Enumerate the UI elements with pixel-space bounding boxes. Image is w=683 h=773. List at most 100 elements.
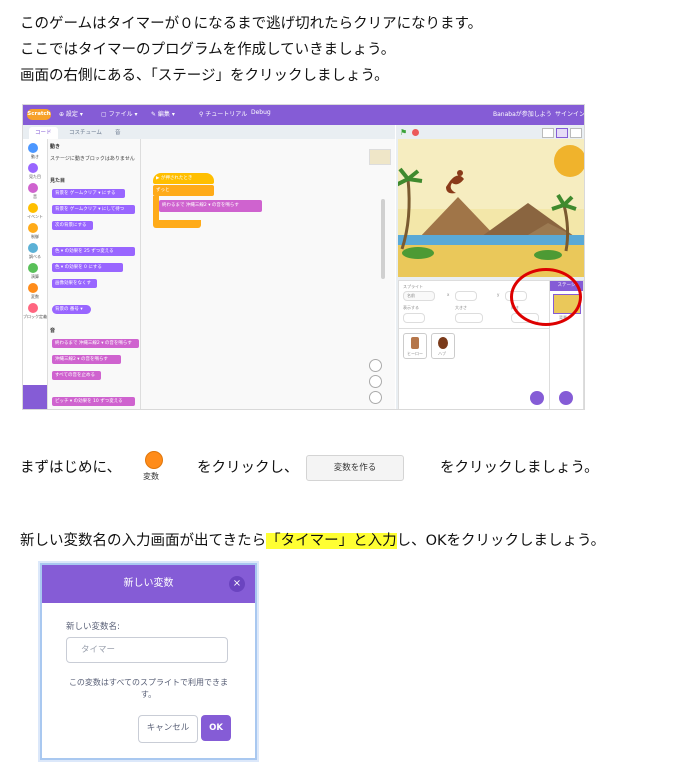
stop-icon[interactable]: [412, 129, 419, 136]
step3-text: 新しい変数名の入力画面が出てきたら「タイマー」と入力し、OKをクリックしましょう…: [20, 531, 605, 551]
block-play-sound-until-done[interactable]: 終わるまで 沖縄三線2 ▾ の音を鳴らす: [52, 339, 139, 348]
step2-text-mid: をクリックし、: [197, 460, 299, 476]
instruction-line-3: 画面の右側にある、「ステージ」をクリックしましょう。: [20, 68, 389, 84]
stage-area: ⚑ スプライト 名前 x y 表示する 大きさ 向き ヒーロー ハブ ステージ …: [396, 125, 584, 409]
category-control-icon[interactable]: [28, 223, 38, 233]
block-palette: 動き ステージに動きブロックはありません 見た目 背景を ゲームクリア ▾ にす…: [48, 139, 141, 409]
category-looks-icon[interactable]: [28, 163, 38, 173]
scratch-editor-screenshot: Scratch ⊕ 設定 ▾ ▢ ファイル ▾ ✎ 編集 ▾ ⚲ チュートリアル…: [22, 104, 585, 410]
stage-highlight-circle: [510, 268, 582, 326]
category-events-icon[interactable]: [28, 203, 38, 213]
block-switch-backdrop-wait[interactable]: 背景を ゲームクリア ▾ にして待つ: [52, 205, 135, 214]
palette-looks-heading: 見た目: [50, 178, 66, 184]
category-motion-label: 動き: [31, 154, 39, 159]
close-icon[interactable]: ×: [229, 576, 245, 592]
snake-icon: [438, 337, 448, 349]
category-menu: 動き 見た目 音 イベント 制御 調べる 演算 変数 ブロック定義: [23, 139, 48, 409]
block-next-backdrop[interactable]: 次の背景にする: [52, 221, 93, 230]
editor-tabs: コード コスチューム 音: [23, 125, 395, 139]
category-sensing-icon[interactable]: [28, 243, 38, 253]
block-stop-all-sounds[interactable]: すべての音を止める: [52, 371, 101, 380]
cancel-button[interactable]: キャンセル: [138, 715, 198, 743]
forever-block[interactable]: ずっと: [153, 185, 214, 196]
make-variable-button[interactable]: 変数を作る: [306, 455, 404, 481]
sprite-hero-label: ヒーロー: [407, 351, 423, 356]
tab-code[interactable]: コード: [29, 127, 58, 139]
y-label: y: [497, 292, 500, 297]
new-variable-dialog: 新しい変数 × 新しい変数名: タイマー この変数はすべてのスプライトで利用でき…: [40, 563, 257, 760]
palette-motion-note: ステージに動きブロックはありません: [50, 156, 135, 162]
block-change-effect[interactable]: 色 ▾ の効果を 25 ずつ変える: [52, 247, 135, 256]
forever-block-bottom: [153, 220, 201, 228]
dialog-title: 新しい変数: [42, 565, 255, 603]
palette-motion-heading: 動き: [50, 144, 61, 150]
category-myblocks-icon[interactable]: [28, 303, 38, 313]
hero-icon: [411, 337, 419, 349]
block-switch-backdrop[interactable]: 背景を ゲームクリア ▾ にする: [52, 189, 125, 198]
add-sprite-button[interactable]: [530, 391, 544, 405]
block-clear-effects[interactable]: 画像効果をなくす: [52, 279, 97, 288]
category-events-label: イベント: [27, 214, 43, 219]
backdrop-thumbnail-corner: [369, 149, 391, 165]
scratch-logo[interactable]: Scratch: [27, 109, 51, 120]
variable-name-input[interactable]: タイマー: [66, 637, 228, 663]
category-sensing-label: 調べる: [29, 254, 41, 259]
menu-edit[interactable]: ✎ 編集 ▾: [151, 109, 175, 118]
fullscreen-icon[interactable]: [570, 128, 582, 138]
menu-signin[interactable]: サインイン: [555, 109, 584, 118]
step3-text-after: し、OKをクリックしましょう。: [396, 533, 606, 549]
small-stage-icon[interactable]: [542, 128, 554, 138]
category-operators-label: 演算: [31, 274, 39, 279]
category-motion-icon[interactable]: [28, 143, 38, 153]
normal-stage-icon[interactable]: [556, 128, 568, 138]
sprite-habu-label: ハブ: [438, 351, 446, 356]
category-operators-icon[interactable]: [28, 263, 38, 273]
step3-highlight: 「タイマー」と入力: [266, 533, 397, 549]
zoom-in-icon[interactable]: [369, 359, 382, 372]
menu-join[interactable]: Banabaが参加しよう: [493, 109, 552, 118]
ok-button[interactable]: OK: [201, 715, 231, 741]
step2-text-before: まずはじめに、: [20, 460, 122, 476]
show-label: 表示する: [403, 305, 419, 310]
sprite-thumb-hero[interactable]: ヒーロー: [403, 333, 427, 359]
menu-debug[interactable]: Debug: [251, 109, 271, 116]
green-flag-icon[interactable]: ⚑: [400, 128, 407, 137]
sprite-thumb-habu[interactable]: ハブ: [431, 333, 455, 359]
script-play-sound-block[interactable]: 終わるまで 沖縄三線2 ▾ の音を鳴らす: [159, 200, 262, 212]
stage-scene-illustration: [398, 139, 584, 277]
block-start-sound[interactable]: 沖縄三線2 ▾ の音を鳴らす: [52, 355, 121, 364]
hat-block-green-flag[interactable]: ▶ が押されたとき: [153, 173, 214, 184]
add-extension-button[interactable]: [23, 385, 47, 409]
block-set-effect[interactable]: 色 ▾ の効果を 0 にする: [52, 263, 123, 272]
category-variables-icon[interactable]: [28, 283, 38, 293]
category-looks-label: 見た目: [29, 174, 41, 179]
script-scrollbar[interactable]: [381, 199, 385, 279]
x-input[interactable]: [455, 291, 477, 301]
zoom-reset-icon[interactable]: [369, 391, 382, 404]
menu-file[interactable]: ▢ ファイル ▾: [101, 109, 138, 118]
category-variables-label: 変数: [31, 294, 39, 299]
tab-sounds[interactable]: 音: [109, 127, 127, 139]
add-backdrop-button[interactable]: [559, 391, 573, 405]
instruction-line-1: このゲームはタイマーが０になるまで逃げ切れたらクリアになります。: [20, 16, 483, 32]
variables-category-icon[interactable]: [145, 451, 163, 469]
size-input[interactable]: [455, 313, 483, 323]
zoom-out-icon[interactable]: [369, 375, 382, 388]
x-label: x: [447, 292, 450, 297]
step3-text-before: 新しい変数名の入力画面が出てきたら: [20, 533, 267, 549]
category-sound-icon[interactable]: [28, 183, 38, 193]
menu-settings[interactable]: ⊕ 設定 ▾: [59, 109, 83, 118]
variable-name-label: 新しい変数名:: [66, 622, 120, 632]
category-myblocks-label: ブロック定義: [23, 314, 47, 319]
block-backdrop-number[interactable]: 背景の 番号 ▾: [52, 305, 91, 314]
stage-canvas[interactable]: [398, 139, 584, 277]
menu-tutorial[interactable]: ⚲ チュートリアル: [199, 109, 247, 118]
show-toggle[interactable]: [403, 313, 425, 323]
block-change-pitch[interactable]: ピッチ ▾ の効果を 10 ずつ変える: [52, 397, 135, 406]
instruction-line-2: ここではタイマーのプログラムを作成していきましょう。: [20, 42, 396, 58]
script-area[interactable]: ▶ が押されたとき ずっと 終わるまで 沖縄三線2 ▾ の音を鳴らす: [141, 139, 395, 409]
tab-costumes[interactable]: コスチューム: [63, 127, 108, 139]
sprite-name-input[interactable]: 名前: [403, 291, 435, 301]
category-sound-label: 音: [33, 194, 37, 199]
category-control-label: 制御: [31, 234, 39, 239]
